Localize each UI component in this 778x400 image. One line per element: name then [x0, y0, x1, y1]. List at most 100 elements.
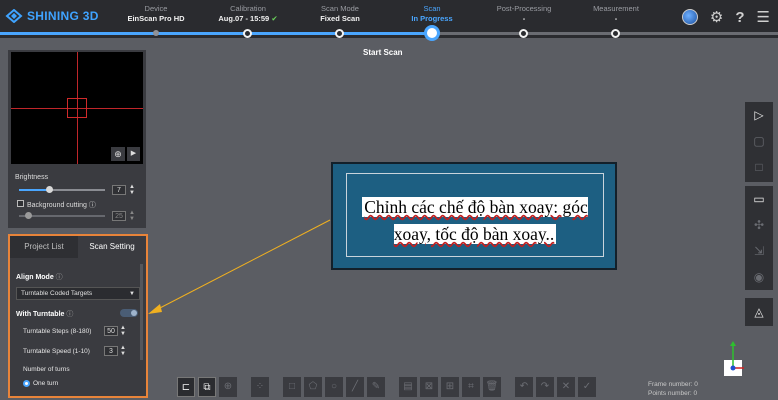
- view-mode-icon[interactable]: ⊏: [177, 377, 195, 397]
- brush-icon[interactable]: ✎: [367, 377, 385, 397]
- chevron-down-icon: ▼: [129, 291, 135, 297]
- eye-icon[interactable]: ◉: [745, 264, 773, 290]
- bg-cutting-slider-handle[interactable]: [25, 212, 32, 219]
- step-title: Measurement: [593, 4, 639, 13]
- workflow-steps: Device EinScan Pro HD Calibration Aug.07…: [0, 0, 778, 41]
- globe-icon[interactable]: [681, 9, 698, 25]
- toolbar-gap: [388, 377, 396, 399]
- bg-cutting-label: Background cutting ⓘ: [27, 200, 96, 210]
- step-value: -: [614, 14, 618, 23]
- panel-scrollbar[interactable]: [140, 264, 143, 360]
- align-mode-select[interactable]: Turntable Coded Targets ▼: [16, 287, 140, 300]
- annotation-text-content: Chỉnh các chế độ bàn xoay: góc xoay, tốc…: [362, 197, 588, 244]
- number-of-turns-label: Number of turns: [23, 366, 70, 373]
- align-icon[interactable]: ⊕: [219, 377, 237, 397]
- stop-icon[interactable]: □: [745, 154, 773, 180]
- brightness-label: Brightness: [15, 174, 49, 181]
- invert-selection-icon[interactable]: ⊞: [441, 377, 459, 397]
- toggle-knob: [131, 310, 137, 316]
- step-node-post-processing: [519, 29, 528, 38]
- points-number-text: Points number: 0: [648, 390, 698, 397]
- bg-cutting-text: Background cutting: [27, 202, 87, 209]
- with-turntable-toggle[interactable]: [120, 309, 138, 317]
- align-mode-label: Align Mode ⓘ: [16, 272, 63, 282]
- step-node-calibration: [243, 29, 252, 38]
- pause-icon[interactable]: ▢: [745, 128, 773, 154]
- crosshair-box: [67, 98, 87, 118]
- toolbar-gap: [272, 377, 280, 399]
- brightness-fill: [19, 189, 49, 191]
- annotation-frame: Chỉnh các chế độ bàn xoay: góc xoay, tốc…: [346, 173, 604, 257]
- turntable-speed-label: Turntable Speed (1-10): [23, 348, 90, 355]
- crop-icon[interactable]: ⧉: [198, 377, 216, 397]
- check-icon: ✔: [271, 14, 278, 23]
- deselect-icon[interactable]: ⊠: [420, 377, 438, 397]
- top-icons: ⚙ ? ☰: [681, 8, 770, 26]
- stage-label: Start Scan: [363, 48, 403, 57]
- export-icon[interactable]: ⇲: [745, 238, 773, 264]
- top-bar: SHINING 3D Device EinScan Pro HD Calibra…: [0, 0, 778, 41]
- turntable-steps-input[interactable]: 50: [104, 326, 118, 336]
- tab-project-list[interactable]: Project List: [10, 236, 78, 258]
- right-toolbar-tools: ▭ ✣ ⇲ ◉: [745, 186, 773, 290]
- poly-select-icon[interactable]: ⬠: [304, 377, 322, 397]
- select-all-icon[interactable]: ▤: [399, 377, 417, 397]
- play-icon[interactable]: ▶: [127, 147, 140, 161]
- toolbar-gap: [240, 377, 248, 399]
- bg-cutting-spinner-icon[interactable]: ▲ ▼: [129, 210, 135, 222]
- undo-icon[interactable]: ↶: [515, 377, 533, 397]
- align-mode-text: Align Mode: [16, 274, 54, 281]
- bg-cutting-value-box[interactable]: 25: [112, 211, 126, 221]
- right-toolbar-extra: ◬: [745, 298, 773, 326]
- step-value-text: Aug.07 - 15:59: [218, 14, 270, 23]
- turntable-speed-spinner-icon[interactable]: ▲ ▼: [120, 345, 126, 357]
- camera-preview: ⊕ ▶: [11, 52, 143, 164]
- tab-scan-setting[interactable]: Scan Setting: [78, 236, 146, 258]
- one-turn-radio[interactable]: [23, 380, 30, 387]
- annotation-text: Chỉnh các chế độ bàn xoay: góc xoay, tốc…: [349, 194, 601, 248]
- select-through-icon[interactable]: ⁘: [251, 377, 269, 397]
- lasso-icon[interactable]: ○: [325, 377, 343, 397]
- gear-icon[interactable]: ⚙: [710, 8, 723, 26]
- connected-icon[interactable]: ⌗: [462, 377, 480, 397]
- apply-icon[interactable]: ✓: [578, 377, 596, 397]
- align-mode-value: Turntable Coded Targets: [21, 290, 93, 297]
- annotation-callout: Chỉnh các chế độ bàn xoay: góc xoay, tốc…: [331, 162, 617, 270]
- right-toolbar-scan: ▷ ▢ □: [745, 102, 773, 182]
- scan-setting-panel: Project List Scan Setting Align Mode ⓘ T…: [8, 234, 148, 398]
- zoom-icon[interactable]: ⊕: [111, 147, 125, 161]
- step-node-scan: [424, 25, 440, 41]
- turntable-speed-input[interactable]: 3: [104, 346, 118, 356]
- brightness-value-box[interactable]: 7: [112, 185, 126, 195]
- texture-icon[interactable]: ◬: [745, 298, 773, 326]
- progress-fill: [0, 32, 432, 35]
- step-node-scan-mode: [335, 29, 344, 38]
- step-node-measurement: [611, 29, 620, 38]
- toolbar-gap: [504, 377, 512, 399]
- turntable-steps-spinner-icon[interactable]: ▲ ▼: [120, 325, 126, 337]
- axis-gizmo-icon[interactable]: [722, 340, 746, 380]
- one-turn-label: One turn: [33, 380, 59, 387]
- delete-icon[interactable]: 🗑: [483, 377, 501, 397]
- info-icon: ⓘ: [55, 274, 63, 281]
- bottom-toolbar: ⊏ ⧉ ⊕ ⁘ □ ⬠ ○ ╱ ✎ ▤ ⊠ ⊞ ⌗ 🗑 ↶ ↷ ✕ ✓: [177, 377, 596, 399]
- line-select-icon[interactable]: ╱: [346, 377, 364, 397]
- window-icon[interactable]: ▭: [745, 186, 773, 212]
- brightness-spinner-icon[interactable]: ▲ ▼: [129, 184, 135, 196]
- bg-cutting-checkbox[interactable]: [17, 200, 24, 207]
- rect-select-icon[interactable]: □: [283, 377, 301, 397]
- frame-number-text: Frame number: 0: [648, 381, 698, 388]
- play-scan-icon[interactable]: ▷: [745, 102, 773, 128]
- cancel-icon[interactable]: ✕: [557, 377, 575, 397]
- turntable-steps-label: Turntable Steps (8-180): [23, 328, 92, 335]
- step-node-device: [153, 30, 159, 36]
- with-turntable-text: With Turntable: [16, 311, 65, 318]
- puzzle-icon[interactable]: ✣: [745, 212, 773, 238]
- with-turntable-label: With Turntable ⓘ: [16, 309, 73, 319]
- brightness-slider-handle[interactable]: [46, 186, 53, 193]
- help-icon[interactable]: ?: [735, 9, 744, 26]
- redo-icon[interactable]: ↷: [536, 377, 554, 397]
- step-measurement[interactable]: Measurement -: [561, 4, 671, 23]
- menu-icon[interactable]: ☰: [757, 8, 770, 26]
- panel-tabs: Project List Scan Setting: [10, 236, 146, 258]
